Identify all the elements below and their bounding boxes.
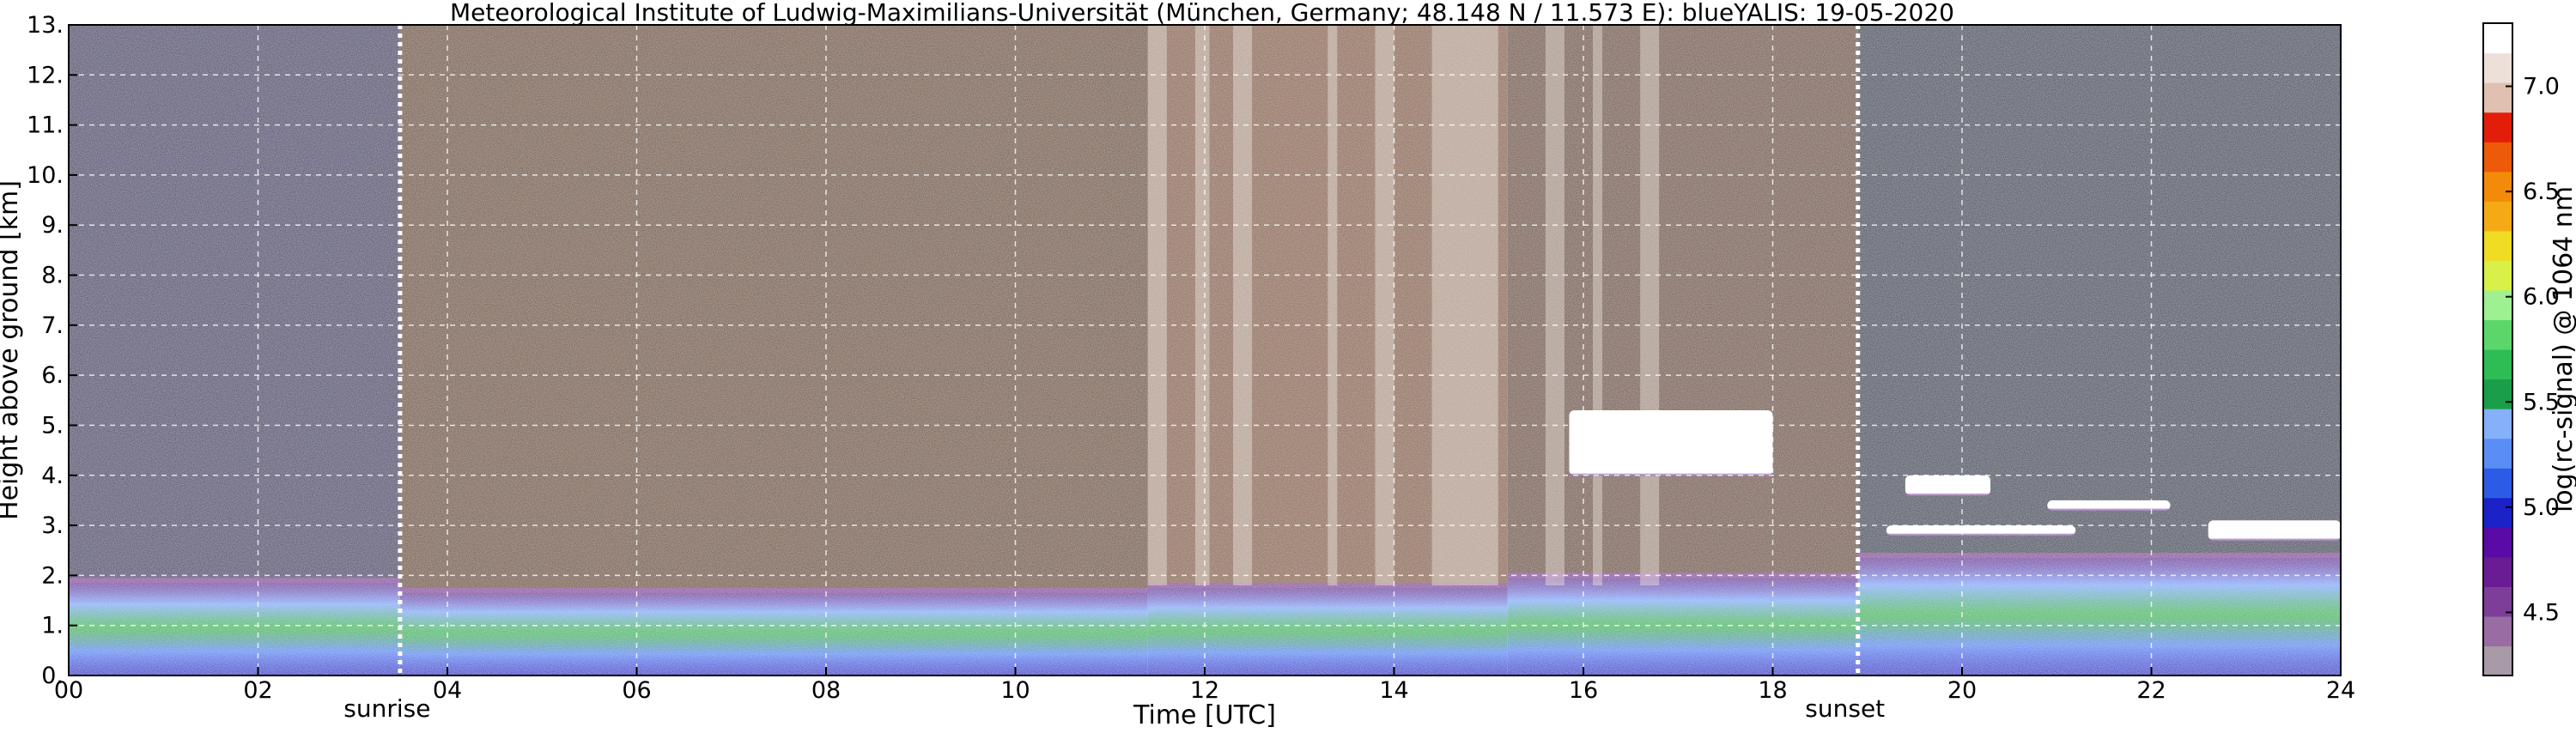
segment-bl-1 [399,590,1148,675]
y-tick-label-3: 3. [41,512,64,539]
segment-bl-3 [1507,575,1858,675]
x-tick-label-11: 22 [2136,677,2166,704]
colorbar-swatch-16 [2483,171,2512,202]
cloud-base-1 [1905,494,1991,497]
colorbar-swatch-7 [2483,438,2512,469]
colorbar-swatch-15 [2483,201,2512,232]
y-tick-label-7: 7. [41,312,64,339]
y-tick-label-0: 0. [41,663,64,689]
y-tick-label-6: 6. [41,362,64,389]
chart-title: Meteorological Institute of Ludwig-Maxim… [450,0,1954,27]
noise-streak-0 [1147,25,1167,586]
colorbar-swatch-9 [2483,379,2512,409]
cloud-4 [2208,520,2341,541]
x-tick-label-9: 18 [1758,677,1787,704]
x-tick-label-10: 20 [1947,677,1977,704]
colorbar-swatch-10 [2483,349,2512,380]
y-tick-label-2: 2. [41,562,64,589]
x-tick-label-7: 14 [1379,677,1408,704]
noise-streak-5 [1431,25,1498,586]
colorbar-swatch-20 [2483,52,2512,83]
y-tick-label-4: 4. [41,463,64,489]
noise-streak-4 [1375,25,1394,586]
y-tick-label-8: 8. [41,263,64,289]
x-tick-label-12: 24 [2326,677,2355,704]
colorbar-swatch-8 [2483,409,2512,439]
noise-streak-3 [1327,25,1338,586]
y-tick-label-5: 5. [41,412,64,439]
noise-streak-6 [1545,25,1564,586]
x-tick-label-5: 10 [1000,677,1030,704]
noise-streak-7 [1593,25,1603,586]
colorbar-swatch-1 [2483,615,2512,647]
x-tick-label-2: 04 [433,677,462,704]
colorbar-swatch-3 [2483,556,2512,587]
cloud-1 [1905,475,1991,496]
y-tick-label-12: 12. [27,62,64,88]
colorbar-swatch-12 [2483,289,2512,321]
y-tick-label-13: 13. [27,12,64,39]
y-tick-label-9: 9. [41,212,64,239]
colorbar-swatch-21 [2483,23,2512,54]
colorbar-tick-label-0: 4.5 [2523,599,2560,626]
segment-bl-2 [1147,585,1508,675]
y-tick-label-10: 10. [27,162,64,189]
colorbar-swatch-0 [2483,645,2512,676]
y-tick-label-11: 11. [27,112,64,139]
colorbar-tick-label-5: 7.0 [2523,74,2560,100]
cloud-0 [1569,409,1773,476]
cloud-base-4 [2208,538,2341,542]
segment-sky-0 [69,25,400,581]
x-tick-label-3: 06 [622,677,651,704]
x-axis-label: Time [UTC] [1133,700,1276,730]
lidar-chart: 00 02 04 06 08 10 12 14 16 18 20 22 24 0. 1. 2. 3. 4. 5. 6… [0,0,2576,730]
y-axis-label: Height above ground [km] [0,180,24,520]
colorbar-swatch-17 [2483,142,2512,173]
colorbar-label: log(rc-signal) @ 1064 nm [2549,186,2576,512]
x-tick-label-4: 08 [811,677,841,704]
noise-streak-8 [1640,25,1660,586]
segment-bl-4 [1857,555,2341,675]
colorbar-swatch-18 [2483,112,2512,142]
colorbar-swatch-13 [2483,260,2512,291]
annotation-sunset: sunset [1805,694,1885,723]
segment-bl-edge-1 [399,587,1148,593]
colorbar-swatch-6 [2483,468,2512,499]
noise-streak-1 [1194,25,1210,586]
cloud-base-3 [1886,533,2076,536]
segment-bl-0 [69,580,400,675]
colorbar-swatch-11 [2483,319,2512,350]
noise-streak-2 [1233,25,1253,586]
segment-bl-edge-4 [1857,553,2341,559]
colorbar-swatch-5 [2483,497,2512,528]
chart-svg: 00 02 04 06 08 10 12 14 16 18 20 22 24 0.1.2.3.4.5.6… [0,0,2576,730]
colorbar-swatch-14 [2483,230,2512,261]
x-tick-label-8: 16 [1569,677,1598,704]
segment-bl-edge-0 [69,578,400,584]
colorbar-swatch-4 [2483,527,2512,558]
x-tick-label-1: 02 [243,677,272,704]
annotation-sunrise: sunrise [343,694,430,723]
y-tick-label-1: 1. [41,613,64,639]
segment-sky-1 [399,25,1148,591]
